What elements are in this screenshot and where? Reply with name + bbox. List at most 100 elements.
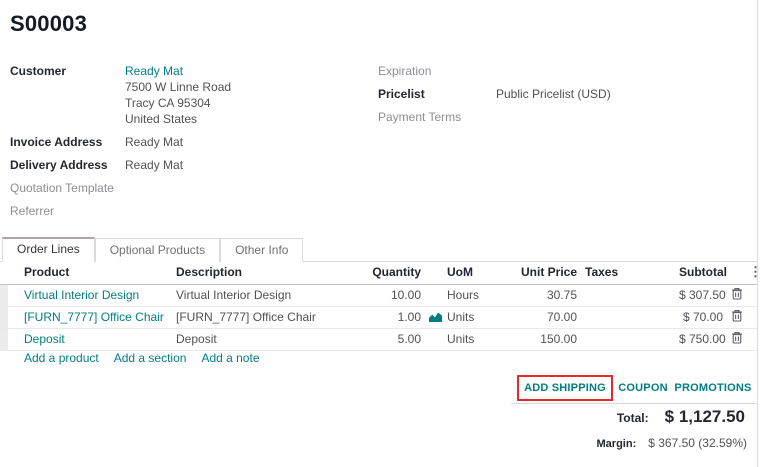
order-lines-table: Product Description Quantity UoM Unit Pr… bbox=[0, 261, 757, 351]
payment-terms-input[interactable] bbox=[496, 109, 616, 125]
pricelist-value[interactable]: Public Pricelist (USD) bbox=[496, 86, 611, 102]
optional-columns-toggle[interactable]: ⋮ bbox=[745, 261, 757, 284]
referrer-input[interactable] bbox=[125, 203, 245, 219]
quotation-template-label: Quotation Template bbox=[10, 180, 125, 196]
row-drag-handle[interactable] bbox=[0, 328, 8, 350]
coupon-button[interactable]: COUPON bbox=[614, 375, 672, 401]
margin-row: Margin: $ 367.50 (32.59%) bbox=[511, 436, 757, 450]
customer-label: Customer bbox=[10, 63, 125, 127]
customer-address-line3: United States bbox=[125, 111, 231, 127]
field-expiration: Expiration bbox=[378, 63, 728, 79]
page-title: S00003 bbox=[10, 11, 87, 37]
field-quotation-template: Quotation Template bbox=[10, 180, 360, 196]
taxes-cell[interactable] bbox=[581, 306, 675, 328]
add-a-note-link[interactable]: Add a note bbox=[201, 351, 259, 365]
table-footer-links: Add a product Add a section Add a note bbox=[24, 351, 260, 365]
handle-column-header bbox=[0, 261, 8, 284]
row-drag-handle[interactable] bbox=[0, 284, 8, 306]
quotation-form: S00003 Customer Ready Mat 7500 W Linne R… bbox=[0, 0, 768, 467]
forecast-cell bbox=[425, 328, 443, 350]
total-row: Total: $ 1,127.50 bbox=[511, 407, 757, 427]
tab-order-lines[interactable]: Order Lines bbox=[2, 237, 95, 262]
forecast-cell bbox=[425, 306, 443, 328]
margin-label: Margin: bbox=[597, 438, 637, 450]
field-invoice-address: Invoice Address Ready Mat bbox=[10, 134, 360, 150]
delivery-address-link[interactable]: Ready Mat bbox=[125, 157, 183, 173]
customer-address-line1: 7500 W Linne Road bbox=[125, 79, 231, 95]
delete-cell[interactable] bbox=[727, 284, 745, 306]
trash-icon[interactable] bbox=[731, 331, 743, 344]
col-subtotal[interactable]: Subtotal bbox=[675, 261, 727, 284]
field-pricelist: Pricelist Public Pricelist (USD) bbox=[378, 86, 728, 102]
unit-price-cell[interactable]: 30.75 bbox=[510, 284, 581, 306]
left-fields: Customer Ready Mat 7500 W Linne Road Tra… bbox=[10, 63, 360, 226]
product-link[interactable]: [FURN_7777] Office Chair bbox=[24, 310, 164, 324]
col-description[interactable]: Description bbox=[172, 261, 365, 284]
taxes-cell[interactable] bbox=[581, 284, 675, 306]
field-referrer: Referrer bbox=[10, 203, 360, 219]
product-link[interactable]: Deposit bbox=[24, 332, 65, 346]
col-quantity-spacer bbox=[425, 261, 443, 284]
add-shipping-button[interactable]: ADD SHIPPING bbox=[517, 375, 613, 401]
quotation-template-input[interactable] bbox=[125, 180, 245, 196]
subtotal-cell: $ 70.00 bbox=[675, 306, 727, 328]
total-value: $ 1,127.50 bbox=[665, 407, 745, 427]
product-link[interactable]: Virtual Interior Design bbox=[24, 288, 139, 302]
margin-value: $ 367.50 (32.59%) bbox=[648, 436, 747, 450]
expiration-label: Expiration bbox=[378, 63, 496, 79]
delivery-address-label: Delivery Address bbox=[10, 157, 125, 173]
col-uom[interactable]: UoM bbox=[443, 261, 510, 284]
col-quantity[interactable]: Quantity bbox=[365, 261, 425, 284]
uom-cell[interactable]: Hours bbox=[443, 284, 510, 306]
uom-cell[interactable]: Units bbox=[443, 328, 510, 350]
trash-icon[interactable] bbox=[731, 287, 743, 300]
description-cell[interactable]: Virtual Interior Design bbox=[172, 284, 365, 306]
field-customer: Customer Ready Mat 7500 W Linne Road Tra… bbox=[10, 63, 360, 127]
add-a-product-link[interactable]: Add a product bbox=[24, 351, 99, 365]
tab-optional-products[interactable]: Optional Products bbox=[95, 238, 220, 262]
customer-link[interactable]: Ready Mat bbox=[125, 63, 231, 79]
kebab-icon[interactable]: ⋮ bbox=[749, 264, 757, 279]
subtotal-cell: $ 750.00 bbox=[675, 328, 727, 350]
quantity-cell[interactable]: 5.00 bbox=[365, 328, 425, 350]
quantity-cell[interactable]: 1.00 bbox=[365, 306, 425, 328]
delete-cell[interactable] bbox=[727, 306, 745, 328]
chatter-panel-divider bbox=[757, 0, 758, 467]
col-unit-price[interactable]: Unit Price bbox=[510, 261, 581, 284]
customer-value: Ready Mat 7500 W Linne Road Tracy CA 953… bbox=[125, 63, 231, 127]
trash-icon[interactable] bbox=[731, 309, 743, 322]
table-row[interactable]: Virtual Interior Design Virtual Interior… bbox=[0, 284, 757, 306]
table-header-row: Product Description Quantity UoM Unit Pr… bbox=[0, 261, 757, 284]
unit-price-cell[interactable]: 150.00 bbox=[510, 328, 581, 350]
taxes-cell[interactable] bbox=[581, 328, 675, 350]
delete-cell[interactable] bbox=[727, 328, 745, 350]
col-delete-spacer bbox=[727, 261, 745, 284]
uom-cell[interactable]: Units bbox=[443, 306, 510, 328]
notebook-tabs: Order Lines Optional Products Other Info bbox=[0, 237, 757, 262]
add-a-section-link[interactable]: Add a section bbox=[114, 351, 187, 365]
description-cell[interactable]: [FURN_7777] Office Chair bbox=[172, 306, 365, 328]
invoice-address-link[interactable]: Ready Mat bbox=[125, 134, 183, 150]
col-product[interactable]: Product bbox=[8, 261, 172, 284]
description-cell[interactable]: Deposit bbox=[172, 328, 365, 350]
pricelist-label: Pricelist bbox=[378, 86, 496, 102]
row-drag-handle[interactable] bbox=[0, 306, 8, 328]
field-delivery-address: Delivery Address Ready Mat bbox=[10, 157, 360, 173]
forecast-cell bbox=[425, 284, 443, 306]
tab-other-info[interactable]: Other Info bbox=[220, 238, 303, 262]
table-row[interactable]: [FURN_7777] Office Chair [FURN_7777] Off… bbox=[0, 306, 757, 328]
forecast-availability-icon[interactable] bbox=[429, 311, 442, 325]
promotions-button[interactable]: PROMOTIONS bbox=[670, 375, 756, 401]
customer-address-line2: Tracy CA 95304 bbox=[125, 95, 231, 111]
expiration-input[interactable] bbox=[496, 63, 616, 79]
referrer-label: Referrer bbox=[10, 203, 125, 219]
invoice-address-label: Invoice Address bbox=[10, 134, 125, 150]
table-row[interactable]: Deposit Deposit 5.00 Units 150.00 $ 750.… bbox=[0, 328, 757, 350]
subtotal-cell: $ 307.50 bbox=[675, 284, 727, 306]
totals-divider bbox=[511, 403, 757, 404]
payment-terms-label: Payment Terms bbox=[378, 109, 496, 125]
col-taxes[interactable]: Taxes bbox=[581, 261, 675, 284]
total-label: Total: bbox=[617, 411, 649, 425]
quantity-cell[interactable]: 10.00 bbox=[365, 284, 425, 306]
unit-price-cell[interactable]: 70.00 bbox=[510, 306, 581, 328]
